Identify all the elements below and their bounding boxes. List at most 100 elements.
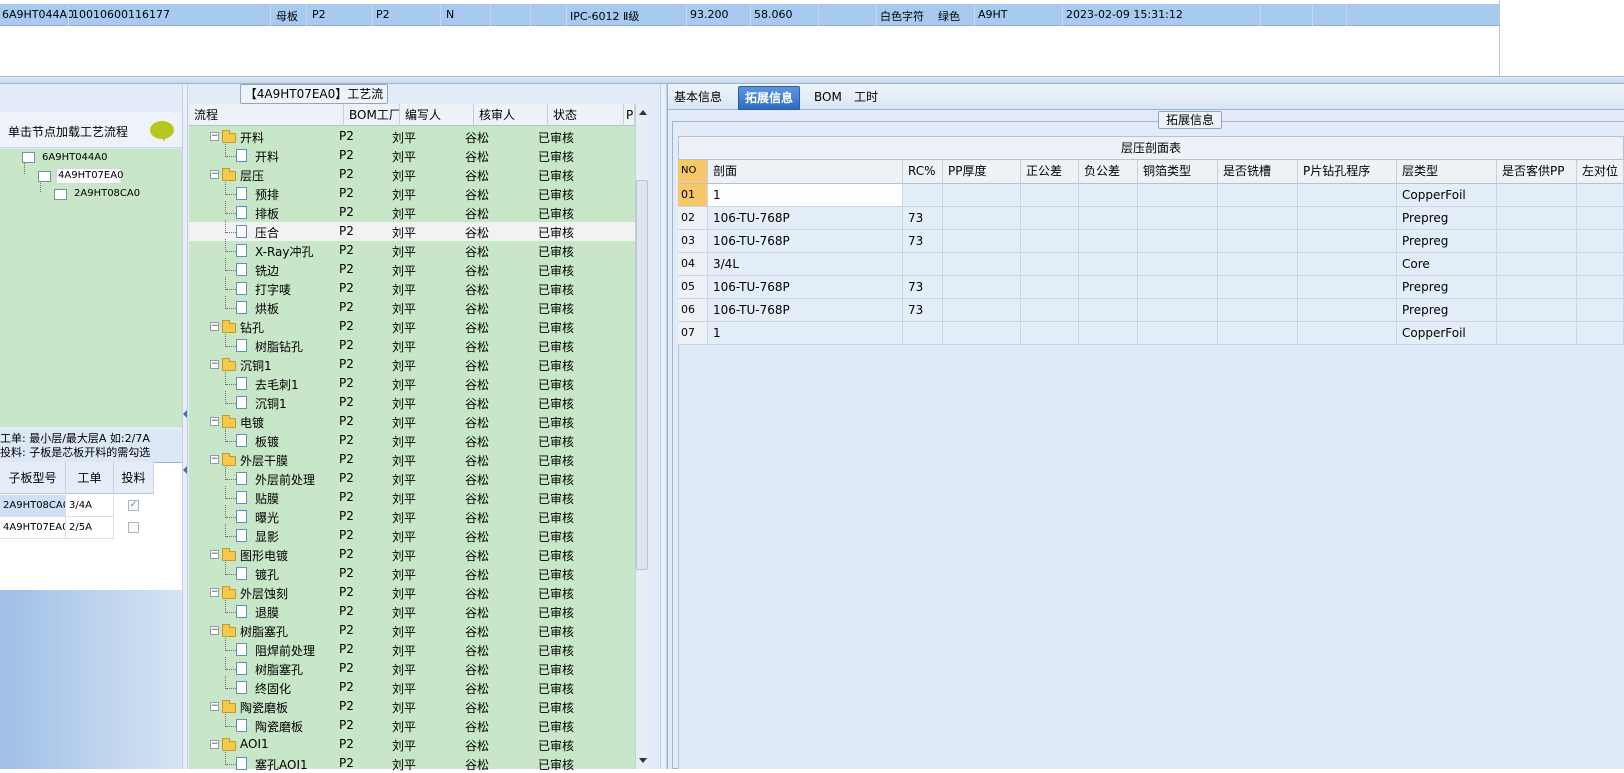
flow-row[interactable]: 烘板 P2 刘平 谷松 已审核 <box>189 296 635 317</box>
scroll-down-icon[interactable] <box>639 758 647 763</box>
feed-checkbox[interactable] <box>128 522 139 533</box>
lamination-cell-no[interactable]: 03 <box>678 230 708 253</box>
flow-row[interactable]: 退膜 P2 刘平 谷松 已审核 <box>189 600 635 621</box>
collapse-node-icon[interactable]: − <box>210 170 219 179</box>
flow-row[interactable]: − 外层干膜 P2 刘平 谷松 已审核 <box>189 450 635 469</box>
collapse-left-icon[interactable] <box>183 466 187 474</box>
lamination-cell-drill-program[interactable] <box>1298 253 1397 276</box>
lamination-cell-drill-program[interactable] <box>1298 276 1397 299</box>
lamination-cell-customer-pp[interactable] <box>1497 322 1577 345</box>
subboard-header-model[interactable]: 子板型号 <box>0 462 66 494</box>
lamination-cell-left-align[interactable] <box>1577 230 1624 253</box>
lamination-cell-minus-tol[interactable] <box>1079 253 1138 276</box>
subboard-header-feed[interactable]: 投料 <box>114 462 154 494</box>
lamination-cell-left-align[interactable] <box>1577 253 1624 276</box>
tree-node-root[interactable]: 6A9HT044A0 <box>42 152 107 163</box>
tab-bom[interactable]: BOM <box>808 86 848 110</box>
flow-row[interactable]: − 层压 P2 刘平 谷松 已审核 <box>189 165 635 184</box>
lamination-cell-no[interactable]: 04 <box>678 253 708 276</box>
lamination-header[interactable]: 负公差 <box>1079 160 1138 184</box>
lamination-header[interactable]: 是否铣槽 <box>1218 160 1298 184</box>
flow-row[interactable]: X-Ray冲孔 P2 刘平 谷松 已审核 <box>189 239 635 260</box>
flow-row[interactable]: 曝光 P2 刘平 谷松 已审核 <box>189 505 635 526</box>
flow-header-pi[interactable]: PI <box>624 104 635 126</box>
lamination-cell-layer-type[interactable]: Prepreg <box>1397 299 1497 322</box>
lamination-cell-drill-program[interactable] <box>1298 299 1397 322</box>
flow-header-reviewer[interactable]: 核审人 <box>474 104 548 126</box>
flow-row[interactable]: 塞孔AOI1 P2 刘平 谷松 已审核 <box>189 752 635 773</box>
lamination-cell-no[interactable]: 02 <box>678 207 708 230</box>
lamination-cell-layer-type[interactable]: CopperFoil <box>1397 184 1497 207</box>
lamination-cell-plus-tol[interactable] <box>1021 184 1079 207</box>
collapse-node-icon[interactable]: − <box>210 322 219 331</box>
flow-row[interactable]: 预排 P2 刘平 谷松 已审核 <box>189 182 635 203</box>
lamination-header[interactable]: NO <box>678 160 708 184</box>
flow-row[interactable]: − AOI1 P2 刘平 谷松 已审核 <box>189 735 635 754</box>
lamination-header[interactable]: RC% <box>903 160 943 184</box>
lamination-cell-foil-type[interactable] <box>1138 322 1218 345</box>
flow-row[interactable]: − 沉铜1 P2 刘平 谷松 已审核 <box>189 355 635 374</box>
lamination-cell-section[interactable]: 106-TU-768P <box>708 207 903 230</box>
collapse-node-icon[interactable]: − <box>210 740 219 749</box>
tab-labor-hours[interactable]: 工时 <box>848 86 884 110</box>
feed-checkbox[interactable]: ✓ <box>128 500 139 511</box>
lamination-cell-foil-type[interactable] <box>1138 276 1218 299</box>
flow-row[interactable]: 板镀 P2 刘平 谷松 已审核 <box>189 429 635 450</box>
lamination-cell-layer-type[interactable]: Prepreg <box>1397 230 1497 253</box>
lamination-header[interactable]: 左对位 <box>1577 160 1624 184</box>
tree-node-grandchild[interactable]: 2A9HT08CA0 <box>74 188 140 199</box>
lamination-cell-pp-thickness[interactable] <box>943 184 1021 207</box>
lamination-cell-left-align[interactable] <box>1577 184 1624 207</box>
lamination-cell-foil-type[interactable] <box>1138 253 1218 276</box>
collapse-node-icon[interactable]: − <box>210 588 219 597</box>
subboard-cell-model[interactable]: 4A9HT07EA0 <box>0 517 66 539</box>
flow-row[interactable]: − 钻孔 P2 刘平 谷松 已审核 <box>189 317 635 336</box>
lamination-cell-section[interactable]: 106-TU-768P <box>708 276 903 299</box>
lamination-header[interactable]: 剖面 <box>708 160 903 184</box>
collapse-node-icon[interactable]: − <box>210 360 219 369</box>
subboard-cell-order[interactable]: 3/4A <box>66 495 114 517</box>
subboard-cell-model[interactable]: 2A9HT08CA0 <box>0 495 66 517</box>
lamination-cell-foil-type[interactable] <box>1138 230 1218 253</box>
lamination-cell-customer-pp[interactable] <box>1497 276 1577 299</box>
lamination-cell-plus-tol[interactable] <box>1021 253 1079 276</box>
lamination-cell-pp-thickness[interactable] <box>943 322 1021 345</box>
left-splitter[interactable] <box>182 84 188 769</box>
lamination-cell-no[interactable]: 06 <box>678 299 708 322</box>
lamination-cell-customer-pp[interactable] <box>1497 253 1577 276</box>
lamination-cell-no[interactable]: 05 <box>678 276 708 299</box>
flow-row[interactable]: 开料 P2 刘平 谷松 已审核 <box>189 144 635 165</box>
lamination-cell-pp-thickness[interactable] <box>943 299 1021 322</box>
lamination-header[interactable]: 铜箔类型 <box>1138 160 1218 184</box>
flow-row[interactable]: 陶瓷磨板 P2 刘平 谷松 已审核 <box>189 714 635 735</box>
flow-row[interactable]: 排板 P2 刘平 谷松 已审核 <box>189 201 635 222</box>
lamination-cell-foil-type[interactable] <box>1138 207 1218 230</box>
lamination-cell-pp-thickness[interactable] <box>943 230 1021 253</box>
lamination-cell-milling[interactable] <box>1218 253 1298 276</box>
collapse-node-icon[interactable]: − <box>210 132 219 141</box>
flow-row[interactable]: 压合 P2 刘平 谷松 已审核 <box>189 220 635 241</box>
tab-basic-info[interactable]: 基本信息 <box>668 86 728 110</box>
lamination-cell-customer-pp[interactable] <box>1497 207 1577 230</box>
flow-row[interactable]: − 陶瓷磨板 P2 刘平 谷松 已审核 <box>189 697 635 716</box>
lamination-cell-layer-type[interactable]: CopperFoil <box>1397 322 1497 345</box>
collapse-node-icon[interactable]: − <box>210 417 219 426</box>
lamination-header[interactable]: 层类型 <box>1397 160 1497 184</box>
lamination-cell-plus-tol[interactable] <box>1021 207 1079 230</box>
lamination-cell-minus-tol[interactable] <box>1079 276 1138 299</box>
lamination-cell-layer-type[interactable]: Prepreg <box>1397 276 1497 299</box>
lamination-cell-drill-program[interactable] <box>1298 230 1397 253</box>
flow-grid-scroll-thumb[interactable] <box>636 180 648 570</box>
subboard-header-order[interactable]: 工单 <box>66 462 114 494</box>
lamination-cell-section[interactable]: 106-TU-768P <box>708 299 903 322</box>
flow-header-name[interactable]: 流程 <box>189 104 344 126</box>
flow-row[interactable]: 显影 P2 刘平 谷松 已审核 <box>189 524 635 545</box>
lamination-cell-left-align[interactable] <box>1577 276 1624 299</box>
lamination-cell-rc[interactable] <box>903 322 943 345</box>
lamination-cell-milling[interactable] <box>1218 299 1298 322</box>
lamination-cell-layer-type[interactable]: Prepreg <box>1397 207 1497 230</box>
top-grid-selected-row[interactable]: 6A9HT044A0 10010600116177 母板 P2 P2 N IPC… <box>0 4 1500 26</box>
flow-row[interactable]: − 电镀 P2 刘平 谷松 已审核 <box>189 412 635 431</box>
lamination-cell-left-align[interactable] <box>1577 322 1624 345</box>
lamination-cell-drill-program[interactable] <box>1298 184 1397 207</box>
